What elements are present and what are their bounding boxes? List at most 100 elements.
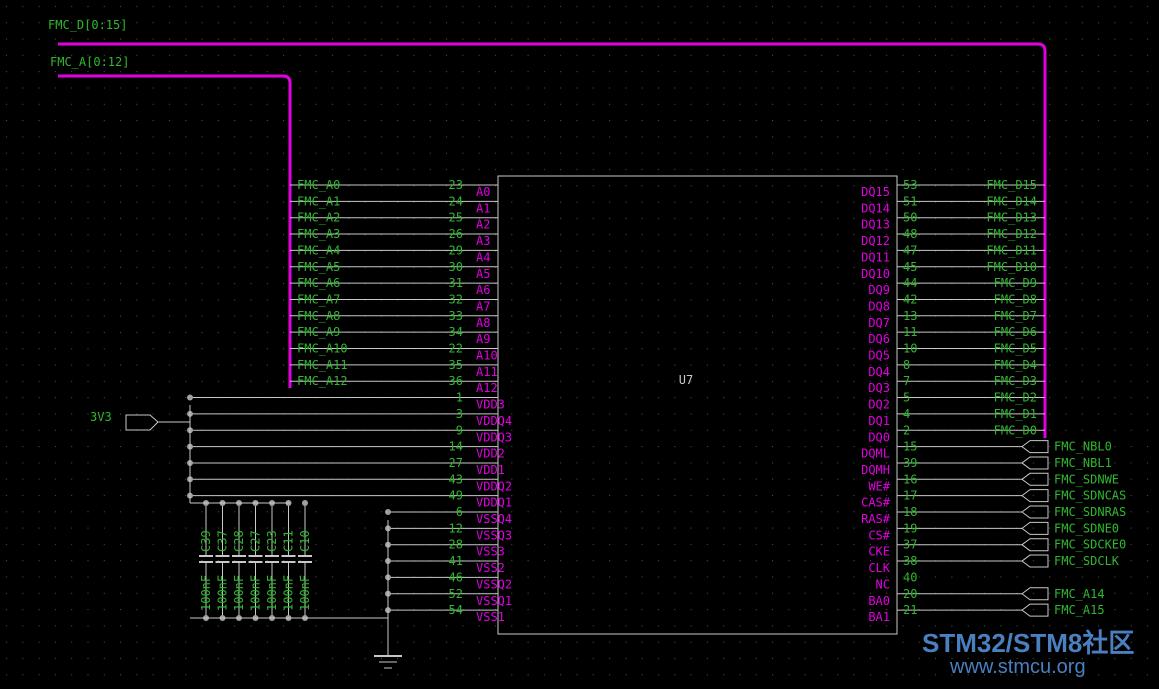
net-label: FMC_D8 <box>994 292 1037 306</box>
pin-number: 47 <box>903 243 917 257</box>
net-label: FMC_A4 <box>297 243 340 257</box>
pin-number: 22 <box>449 342 463 356</box>
pin-number: 38 <box>903 554 917 568</box>
port-label: FMC_NBL1 <box>1054 456 1112 470</box>
net-label: FMC_D2 <box>994 391 1037 405</box>
pin-number: 2 <box>903 423 910 437</box>
net-label: FMC_A1 <box>297 194 340 208</box>
pin-number: 7 <box>903 374 910 388</box>
net-label: FMC_A12 <box>297 374 348 388</box>
pin-number: 40 <box>903 570 917 584</box>
pin-name: VSSQ1 <box>476 594 512 608</box>
pin-number: 45 <box>903 260 917 274</box>
cap-ref: C39 <box>199 530 213 552</box>
pin-number: 25 <box>449 211 463 225</box>
schematic-canvas: FMC_D[0:15] FMC_A[0:12] U7 FMC_A0 23 A0FMC… <box>0 0 1159 689</box>
pin-name: A0 <box>476 185 490 199</box>
net-label: FMC_D14 <box>986 194 1037 208</box>
net-label: FMC_D1 <box>994 407 1037 421</box>
junction-dot <box>187 394 193 401</box>
pin-number: 28 <box>449 538 463 552</box>
pin-name: VSSQ3 <box>476 528 512 542</box>
pin-number: 16 <box>903 472 917 486</box>
pin-number: 20 <box>903 587 917 601</box>
pin-number: 9 <box>456 423 463 437</box>
cap-value: 100nF <box>249 575 263 611</box>
pin-name: DQ5 <box>868 349 890 363</box>
pin-name: DQ3 <box>868 381 890 395</box>
net-label: FMC_D13 <box>986 211 1037 225</box>
pin-number: 6 <box>456 505 463 519</box>
port-label: FMC_A14 <box>1054 587 1105 601</box>
pin-number: 11 <box>903 325 917 339</box>
net-label: FMC_A7 <box>297 292 340 306</box>
pin-name: DQ13 <box>861 218 890 232</box>
net-label: FMC_D15 <box>986 178 1037 192</box>
pin-number: 36 <box>449 374 463 388</box>
cap-value: 100nF <box>232 575 246 611</box>
net-label: FMC_D4 <box>994 358 1037 372</box>
pin-name: VSS2 <box>476 561 505 575</box>
cap-ref: C37 <box>216 530 230 552</box>
pin-number: 34 <box>449 325 463 339</box>
net-label: FMC_D11 <box>986 243 1037 257</box>
pin-name: DQ7 <box>868 316 890 330</box>
net-label: FMC_D10 <box>986 260 1037 274</box>
port-label: FMC_NBL0 <box>1054 440 1112 454</box>
pin-name: CAS# <box>861 496 891 510</box>
cap-ref: C10 <box>298 530 312 552</box>
pin-number: 44 <box>903 276 917 290</box>
junction-dot <box>385 509 391 515</box>
pin-name: DQ11 <box>861 250 890 264</box>
junction-dot <box>302 500 308 506</box>
pin-name: VDD1 <box>476 463 505 477</box>
net-label: FMC_A11 <box>297 358 348 372</box>
pin-name: VDD2 <box>476 447 505 461</box>
cap-ref: C11 <box>282 530 296 552</box>
net-label: FMC_A0 <box>297 178 340 192</box>
pin-number: 50 <box>903 211 917 225</box>
pin-number: 51 <box>903 194 917 208</box>
pin-number: 5 <box>903 391 910 405</box>
pin-number: 14 <box>449 440 463 454</box>
pin-name: NC <box>876 577 890 591</box>
pin-name: DQ2 <box>868 398 890 412</box>
pin-name: DQ8 <box>868 299 890 313</box>
net-label: FMC_D0 <box>994 423 1037 437</box>
pin-name: DQ14 <box>861 201 890 215</box>
pin-name: DQ12 <box>861 234 890 248</box>
pin-name: A10 <box>476 349 498 363</box>
net-label: FMC_D7 <box>994 309 1037 323</box>
pin-name: A5 <box>476 267 490 281</box>
pin-number: 54 <box>449 603 463 617</box>
pin-name: DQML <box>861 447 890 461</box>
address-bus-label: FMC_A[0:12] <box>50 55 129 69</box>
pin-name: RAS# <box>861 512 891 526</box>
pin-name: DQ15 <box>861 185 890 199</box>
cap-ref: C23 <box>265 530 279 552</box>
pin-number: 31 <box>449 276 463 290</box>
pin-number: 39 <box>903 456 917 470</box>
pin-name: CKE <box>868 545 890 559</box>
pin-number: 32 <box>449 292 463 306</box>
cap-ref: C28 <box>232 530 246 552</box>
net-label: FMC_D9 <box>994 276 1037 290</box>
pin-number: 18 <box>903 505 917 519</box>
net-label: FMC_D5 <box>994 342 1037 356</box>
pin-number: 43 <box>449 472 463 486</box>
watermark-url: www.stmcu.org <box>949 656 1086 678</box>
port-label: FMC_A15 <box>1054 603 1105 617</box>
pin-name: CS# <box>868 528 890 542</box>
pin-name: A3 <box>476 234 490 248</box>
pin-number: 3 <box>456 407 463 421</box>
port-label: FMC_SDNCAS <box>1054 489 1126 503</box>
net-label: FMC_A8 <box>297 309 340 323</box>
pin-number: 17 <box>903 489 917 503</box>
pin-number: 15 <box>903 440 917 454</box>
pin-name: A7 <box>476 299 490 313</box>
net-label: FMC_A5 <box>297 260 340 274</box>
pin-number: 19 <box>903 521 917 535</box>
pin-name: A9 <box>476 332 490 346</box>
pin-name: DQ0 <box>868 430 890 444</box>
pin-number: 46 <box>449 570 463 584</box>
